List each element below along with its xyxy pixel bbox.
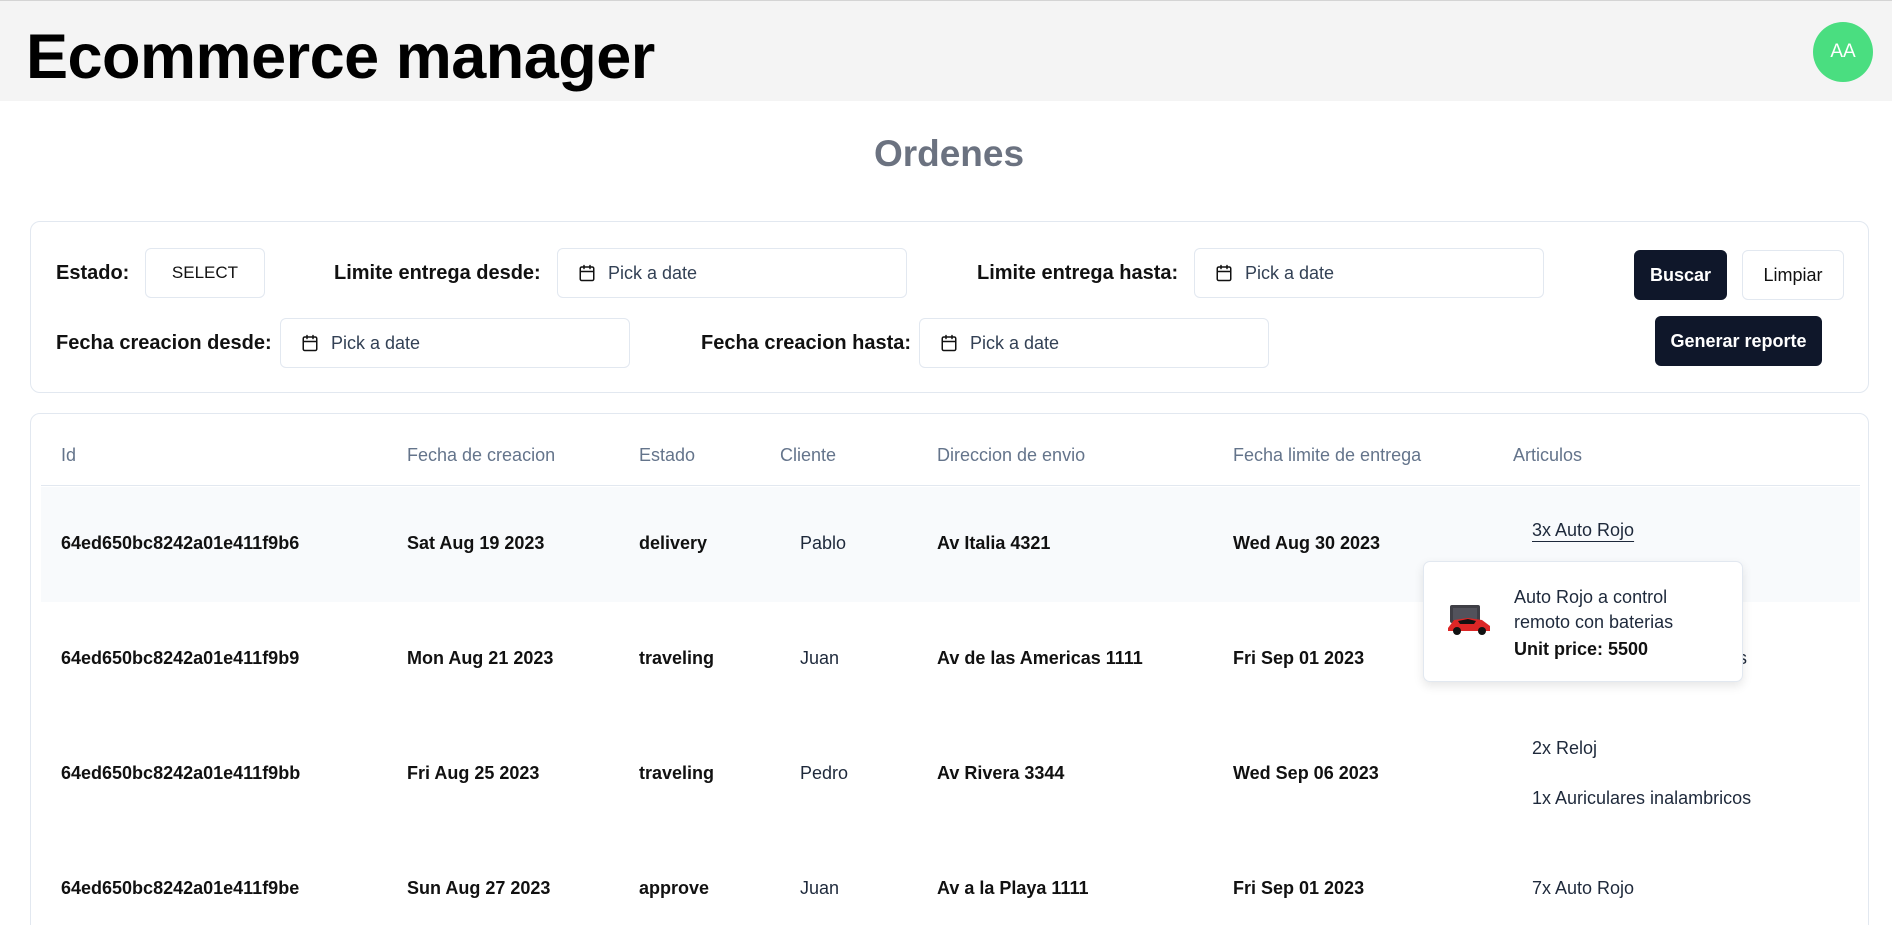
order-cliente: Pablo (800, 533, 847, 553)
table-header: Id Fecha de creacion Estado Cliente Dire… (41, 414, 1860, 486)
estado-label: Estado: (56, 262, 130, 284)
order-estado: traveling (639, 648, 715, 668)
order-id: 64ed650bc8242a01e411f9be (61, 878, 300, 898)
order-id: 64ed650bc8242a01e411f9bb (61, 763, 301, 783)
order-estado: traveling (639, 763, 715, 783)
popover-unit-price: Unit price: 5500 (1514, 639, 1649, 659)
limite-desde-datepicker[interactable]: Pick a date (557, 248, 907, 298)
column-header-articulos: Articulos (1513, 445, 1583, 465)
order-fecha-limite: Fri Sep 01 2023 (1233, 648, 1365, 668)
article-link[interactable]: 7x Auto Rojo (1532, 878, 1634, 899)
column-header-estado: Estado (639, 445, 696, 465)
order-direccion: Av Italia 4321 (937, 533, 1051, 553)
order-fecha-limite: Wed Aug 30 2023 (1233, 533, 1381, 553)
column-header-id: Id (61, 445, 77, 465)
order-id: 64ed650bc8242a01e411f9b6 (61, 533, 300, 553)
column-header-fecha-creacion: Fecha de creacion (407, 445, 556, 465)
column-header-direccion: Direccion de envio (937, 445, 1086, 465)
date-placeholder: Pick a date (970, 332, 1060, 353)
order-direccion: Av Rivera 3344 (937, 763, 1065, 783)
order-fecha-creacion: Sat Aug 19 2023 (407, 533, 545, 553)
article-link[interactable]: 1x Auriculares inalambricos (1532, 788, 1751, 809)
order-fecha-limite: Fri Sep 01 2023 (1233, 878, 1365, 898)
order-direccion: Av de las Americas 1111 (937, 648, 1143, 668)
limpiar-button[interactable]: Limpiar (1742, 250, 1844, 300)
article-link[interactable]: 3x Auto Rojo (1532, 520, 1634, 541)
creacion-hasta-label: Fecha creacion hasta: (701, 332, 912, 354)
order-cliente: Pedro (800, 763, 849, 783)
table-row[interactable]: 64ed650bc8242a01e411f9be Sun Aug 27 2023… (41, 832, 1860, 925)
column-header-cliente: Cliente (780, 445, 837, 465)
red-car-image (1448, 605, 1490, 635)
estado-select[interactable]: SELECT (145, 248, 265, 298)
popover-product-name: Auto Rojo a control remoto con baterias (1514, 587, 1674, 632)
date-placeholder: Pick a date (331, 332, 421, 353)
buscar-button[interactable]: Buscar (1634, 250, 1727, 300)
user-avatar[interactable]: AA (1813, 22, 1873, 82)
limite-hasta-label: Limite entrega hasta: (977, 262, 1179, 284)
calendar-icon (579, 264, 595, 282)
order-estado: delivery (639, 533, 708, 553)
limite-hasta-datepicker[interactable]: Pick a date (1194, 248, 1544, 298)
page-title: Ordenes (873, 133, 1025, 174)
calendar-icon (302, 334, 318, 352)
limite-desde-label: Limite entrega desde: (334, 262, 541, 284)
product-popover: Auto Rojo a control remoto con baterias … (1423, 561, 1743, 682)
table-row[interactable]: 64ed650bc8242a01e411f9bb Fri Aug 25 2023… (41, 717, 1860, 832)
order-cliente: Juan (800, 648, 840, 668)
date-placeholder: Pick a date (1245, 262, 1335, 283)
creacion-desde-label: Fecha creacion desde: (56, 332, 272, 354)
creacion-desde-datepicker[interactable]: Pick a date (280, 318, 630, 368)
date-placeholder: Pick a date (608, 262, 698, 283)
order-cliente: Juan (800, 878, 840, 898)
order-fecha-creacion: Mon Aug 21 2023 (407, 648, 554, 668)
generar-reporte-button[interactable]: Generar reporte (1655, 316, 1822, 366)
top-bar: Ecommerce manager AA (0, 0, 1892, 101)
article-link[interactable]: 2x Reloj (1532, 738, 1597, 759)
order-estado: approve (639, 878, 710, 898)
order-direccion: Av a la Playa 1111 (937, 878, 1089, 898)
order-fecha-limite: Wed Sep 06 2023 (1233, 763, 1379, 783)
calendar-icon (1216, 264, 1232, 282)
order-id: 64ed650bc8242a01e411f9b9 (61, 648, 300, 668)
creacion-hasta-datepicker[interactable]: Pick a date (919, 318, 1269, 368)
order-fecha-creacion: Fri Aug 25 2023 (407, 763, 540, 783)
filters-panel: Estado: SELECT Limite entrega desde: Pic… (30, 221, 1869, 393)
calendar-icon (941, 334, 957, 352)
column-header-fecha-limite: Fecha limite de entrega (1233, 445, 1422, 465)
order-fecha-creacion: Sun Aug 27 2023 (407, 878, 551, 898)
app-title: Ecommerce manager (26, 22, 655, 92)
